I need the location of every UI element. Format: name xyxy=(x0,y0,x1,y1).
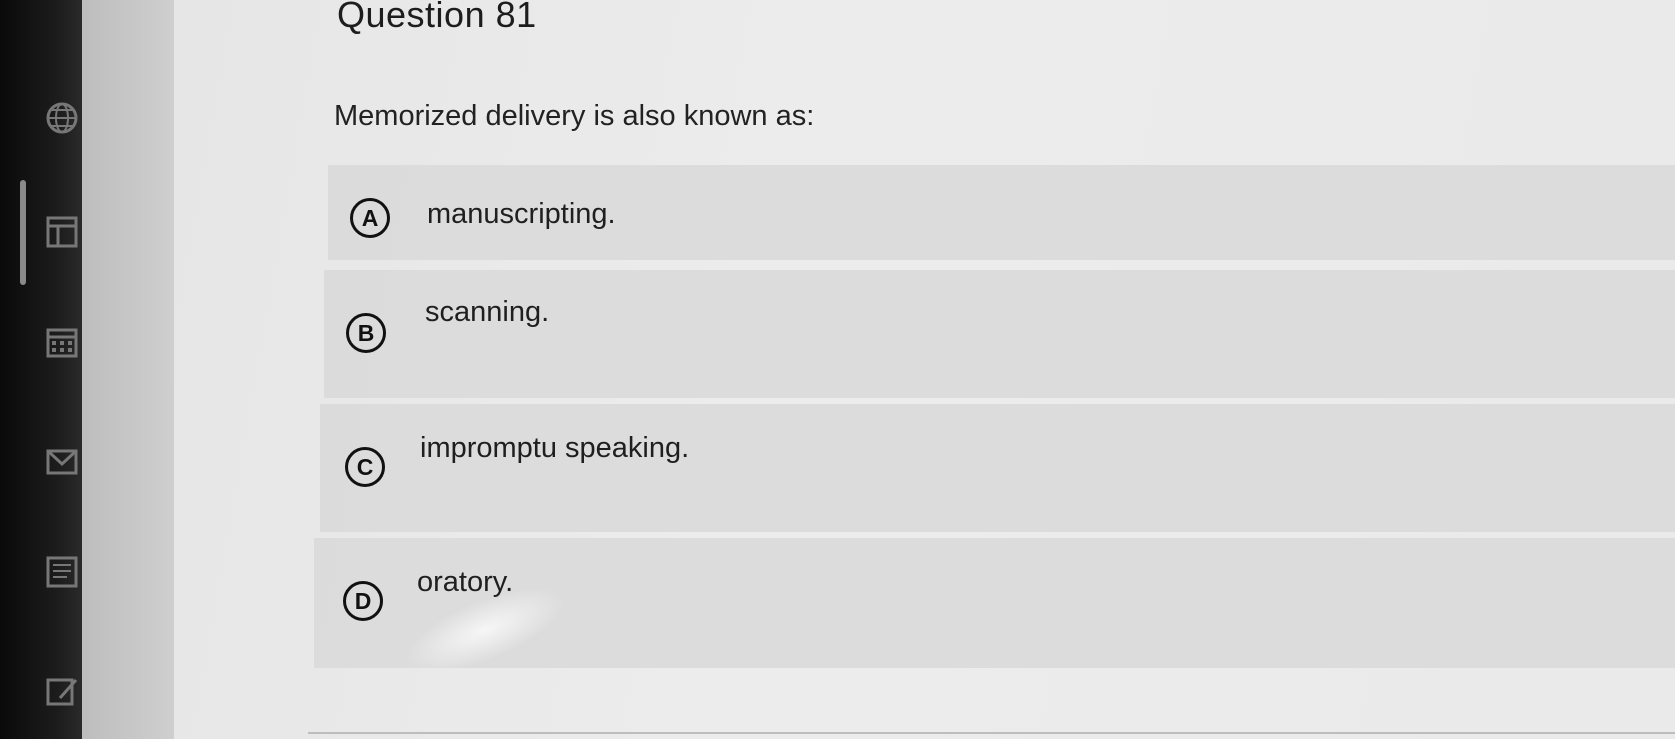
option-letter-badge: B xyxy=(346,313,386,353)
secondary-nav xyxy=(82,0,174,739)
option-text: scanning. xyxy=(425,296,550,328)
active-indicator xyxy=(20,180,26,285)
question-title: Question 81 xyxy=(337,0,537,35)
calendar-icon[interactable] xyxy=(40,320,84,364)
notes-icon[interactable] xyxy=(40,550,84,594)
divider xyxy=(308,732,1675,734)
gradebook-icon[interactable] xyxy=(40,210,84,254)
answer-option-a[interactable]: A manuscripting. xyxy=(328,165,1675,260)
option-letter-badge: A xyxy=(350,198,390,238)
option-text: impromptu speaking. xyxy=(420,432,690,464)
answer-option-c[interactable]: C impromptu speaking. xyxy=(320,404,1675,532)
option-text: manuscripting. xyxy=(427,198,616,230)
app-sidebar xyxy=(0,0,82,739)
option-letter-badge: D xyxy=(343,581,383,621)
question-prompt: Memorized delivery is also known as: xyxy=(334,100,815,132)
globe-icon[interactable] xyxy=(40,96,84,140)
answer-option-b[interactable]: B scanning. xyxy=(324,270,1675,398)
edit-icon[interactable] xyxy=(40,670,84,714)
inbox-icon[interactable] xyxy=(40,440,84,484)
option-letter-badge: C xyxy=(345,447,385,487)
